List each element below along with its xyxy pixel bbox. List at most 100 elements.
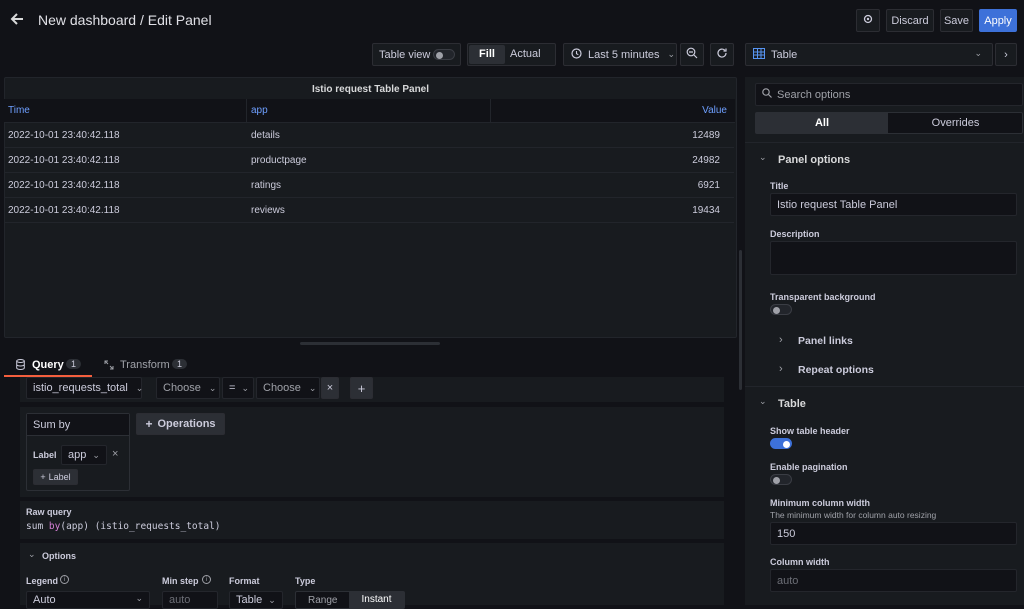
enable-pagination-switch[interactable]: [770, 474, 792, 485]
min-column-width-value: 150: [777, 527, 796, 540]
legend-label: Legend: [26, 576, 59, 586]
chevron-down-icon[interactable]: ⌄: [759, 396, 767, 407]
type-range-option[interactable]: Range: [308, 595, 337, 606]
transparent-background-switch[interactable]: [770, 304, 792, 315]
time-range-picker[interactable]: Last 5 minutes ⌄: [563, 43, 677, 66]
label-filter-select[interactable]: Choose ⌄: [156, 377, 220, 399]
remove-filter-button[interactable]: ×: [321, 377, 339, 399]
operator-select[interactable]: = ⌄: [222, 377, 254, 399]
min-column-width-input[interactable]: 150: [770, 522, 1017, 545]
chevron-down-icon: ⌄: [268, 594, 276, 605]
settings-button[interactable]: [856, 9, 880, 32]
label-value-placeholder: Choose: [263, 382, 301, 394]
legend-select[interactable]: Auto ⌄: [26, 591, 150, 609]
table-cell-time: 2022-10-01 23:40:42.118: [8, 205, 120, 216]
close-icon: ×: [326, 382, 334, 394]
column-divider: [246, 99, 247, 123]
chevron-right-icon[interactable]: ›: [779, 334, 783, 346]
operator-value: =: [229, 382, 236, 394]
plus-icon: +: [40, 472, 46, 482]
discard-button[interactable]: Discard: [886, 9, 934, 32]
chevron-right-icon[interactable]: ›: [779, 363, 783, 375]
search-options-input[interactable]: Search options: [755, 83, 1023, 106]
tab-transform[interactable]: Transform 1: [100, 353, 200, 377]
back-arrow-icon[interactable]: [8, 10, 26, 28]
visualization-picker[interactable]: Table ⌄: [745, 43, 993, 66]
chevron-down-icon: ⌄: [92, 449, 100, 460]
table-section-heading[interactable]: Table: [778, 398, 806, 410]
chevron-down-icon[interactable]: ⌄: [759, 152, 767, 163]
table-cell-value: 24982: [692, 155, 720, 166]
actual-button[interactable]: Actual: [510, 48, 541, 60]
table-cell-time: 2022-10-01 23:40:42.118: [8, 180, 120, 191]
fill-button[interactable]: Fill: [469, 45, 505, 64]
raw-query-metric: (istio_requests_total): [94, 521, 221, 532]
format-value: Table: [236, 594, 263, 606]
tab-query[interactable]: Query 1: [4, 353, 92, 377]
show-table-header-switch[interactable]: [770, 438, 792, 449]
horizontal-splitter[interactable]: [300, 342, 440, 345]
table-row: 2022-10-01 23:40:42.118 ratings 6921: [4, 173, 734, 198]
operation-label-select[interactable]: app ⌄: [61, 445, 107, 465]
zoom-out-icon: [686, 47, 698, 62]
column-header-value[interactable]: Value: [702, 105, 727, 116]
add-filter-button[interactable]: +: [350, 377, 373, 399]
raw-query-function: sum: [26, 521, 44, 532]
chevron-down-icon[interactable]: ⌄: [28, 549, 36, 560]
description-textarea[interactable]: [770, 241, 1017, 275]
label-value-select[interactable]: Choose ⌄: [256, 377, 320, 399]
operation-label-value: app: [68, 449, 87, 461]
chevron-down-icon: ⌄: [974, 48, 982, 58]
title-input[interactable]: Istio request Table Panel: [770, 193, 1017, 216]
table-cell-time: 2022-10-01 23:40:42.118: [8, 130, 120, 141]
format-select[interactable]: Table ⌄: [229, 591, 283, 609]
remove-label-icon[interactable]: ×: [112, 448, 118, 460]
operations-button[interactable]: + Operations: [136, 413, 225, 435]
page-title: New dashboard / Edit Panel: [38, 12, 212, 28]
refresh-button[interactable]: [710, 43, 734, 66]
zoom-out-button[interactable]: [680, 43, 704, 66]
table-cell-value: 6921: [697, 180, 720, 191]
options-tabs: All Overrides: [755, 112, 1023, 134]
raw-query-by: by: [48, 521, 61, 532]
apply-button[interactable]: Apply: [979, 9, 1017, 32]
table-row: 2022-10-01 23:40:42.118 details 12489: [4, 123, 734, 148]
metric-select[interactable]: istio_requests_total ⌄: [26, 377, 144, 399]
description-label: Description: [770, 229, 820, 239]
tab-query-count: 1: [66, 359, 82, 369]
add-label-text: Label: [48, 472, 71, 482]
vertical-splitter[interactable]: [739, 250, 742, 390]
raw-query-box: Raw query sum by(app) (istio_requests_to…: [20, 501, 724, 539]
min-step-input[interactable]: auto: [162, 591, 218, 609]
column-width-input[interactable]: auto: [770, 569, 1017, 592]
table-view-switch[interactable]: [433, 49, 455, 60]
type-radio-group: Range Instant: [295, 591, 405, 609]
collapse-options-button[interactable]: ›: [995, 43, 1017, 66]
panel-options-heading[interactable]: Panel options: [778, 154, 850, 166]
chevron-down-icon: ⌄: [135, 382, 144, 393]
table-row: 2022-10-01 23:40:42.118 reviews 19434: [4, 198, 734, 223]
raw-query-code: sum by(app) (istio_requests_total): [26, 521, 221, 532]
column-header-app[interactable]: app: [251, 105, 268, 116]
label-filter-placeholder: Choose: [163, 382, 201, 394]
transform-icon: [104, 359, 114, 373]
min-step-placeholder: auto: [169, 594, 191, 606]
column-header-time[interactable]: Time: [8, 105, 30, 116]
repeat-options-heading[interactable]: Repeat options: [798, 364, 874, 376]
search-options-placeholder: Search options: [777, 88, 851, 101]
info-icon: i: [60, 575, 69, 584]
search-icon: [762, 88, 772, 101]
table-header-row: Time app Value: [4, 99, 735, 123]
table-view-toggle-group[interactable]: Table view: [372, 43, 461, 66]
tab-all[interactable]: All: [756, 113, 888, 133]
options-title[interactable]: Options: [42, 551, 76, 561]
column-width-label: Column width: [770, 557, 830, 567]
add-label-button[interactable]: + Label: [33, 469, 78, 485]
min-step-label: Min step: [162, 576, 199, 586]
save-button[interactable]: Save: [940, 9, 973, 32]
panel-links-heading[interactable]: Panel links: [798, 335, 853, 347]
database-icon: [16, 359, 25, 373]
type-instant-option[interactable]: Instant: [349, 592, 404, 608]
format-label: Format: [229, 576, 260, 586]
tab-overrides[interactable]: Overrides: [889, 113, 1022, 133]
